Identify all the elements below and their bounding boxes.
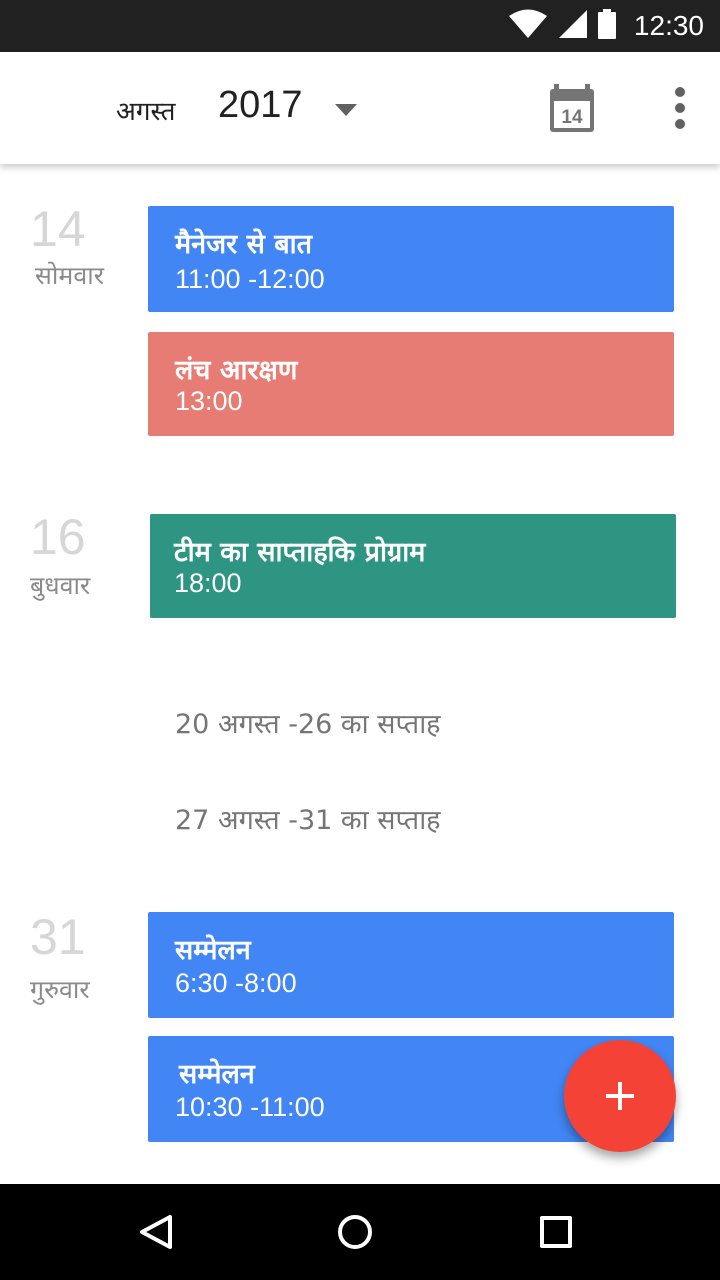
battery-icon xyxy=(597,9,616,43)
event-title: टीम का साप्ताहकि प्रोग्राम xyxy=(174,537,426,568)
recents-square-icon xyxy=(540,1216,572,1248)
day-name: बुधवार xyxy=(30,571,91,600)
event-title: सम्मेलन xyxy=(175,935,251,966)
back-button[interactable] xyxy=(128,1204,184,1260)
day-name: गुरुवार xyxy=(30,975,90,1004)
add-event-button[interactable] xyxy=(564,1040,676,1152)
status-time: 12:30 xyxy=(633,10,704,41)
week-label[interactable]: 20 अगस्त -26 का सप्ताह xyxy=(175,704,441,741)
day-number: 31 xyxy=(30,909,86,965)
today-icon-day: 14 xyxy=(561,107,583,128)
chevron-down-icon[interactable] xyxy=(333,100,359,120)
today-button[interactable]: 14 xyxy=(546,82,598,134)
event-time: 13:00 xyxy=(175,386,243,416)
navigation-bar xyxy=(0,1184,720,1280)
more-vert-icon xyxy=(675,87,685,129)
event-title: सम्मेलन xyxy=(179,1059,255,1090)
cell-signal-icon xyxy=(558,9,588,43)
back-triangle-icon xyxy=(140,1215,172,1249)
event-card[interactable]: लंच आरक्षण 13:00 xyxy=(148,332,674,436)
event-time: 6:30 -8:00 xyxy=(175,968,297,998)
more-options-button[interactable] xyxy=(660,82,700,134)
plus-icon xyxy=(606,1082,634,1110)
day-number: 14 xyxy=(30,201,86,257)
event-title: लंच आरक्षण xyxy=(175,355,298,386)
year-label[interactable]: 2017 xyxy=(218,84,303,127)
status-icons: 12:30 xyxy=(508,0,704,52)
day-name: सोमवार xyxy=(35,261,104,290)
recents-button[interactable] xyxy=(528,1204,584,1260)
month-label[interactable]: अगस्त xyxy=(116,92,175,128)
event-time: 18:00 xyxy=(174,568,242,598)
day-number: 16 xyxy=(30,509,86,565)
event-title: मैनेजर से बात xyxy=(175,229,313,260)
event-card[interactable]: सम्मेलन 6:30 -8:00 xyxy=(148,912,674,1018)
home-circle-icon xyxy=(338,1215,372,1249)
home-button[interactable] xyxy=(327,1204,383,1260)
wifi-icon xyxy=(508,9,548,43)
calendar-icon: 14 xyxy=(550,84,594,132)
event-card[interactable]: मैनेजर से बात 11:00 -12:00 xyxy=(148,206,674,312)
app-bar: अगस्त 2017 14 xyxy=(0,52,720,164)
event-time: 10:30 -11:00 xyxy=(175,1092,325,1122)
week-label[interactable]: 27 अगस्त -31 का सप्ताह xyxy=(175,800,441,837)
agenda-list[interactable]: 14 सोमवार मैनेजर से बात 11:00 -12:00 लंच… xyxy=(0,164,720,1184)
event-time: 11:00 -12:00 xyxy=(175,264,325,294)
event-card[interactable]: टीम का साप्ताहकि प्रोग्राम 18:00 xyxy=(150,514,676,618)
status-bar: 12:30 xyxy=(0,0,720,52)
